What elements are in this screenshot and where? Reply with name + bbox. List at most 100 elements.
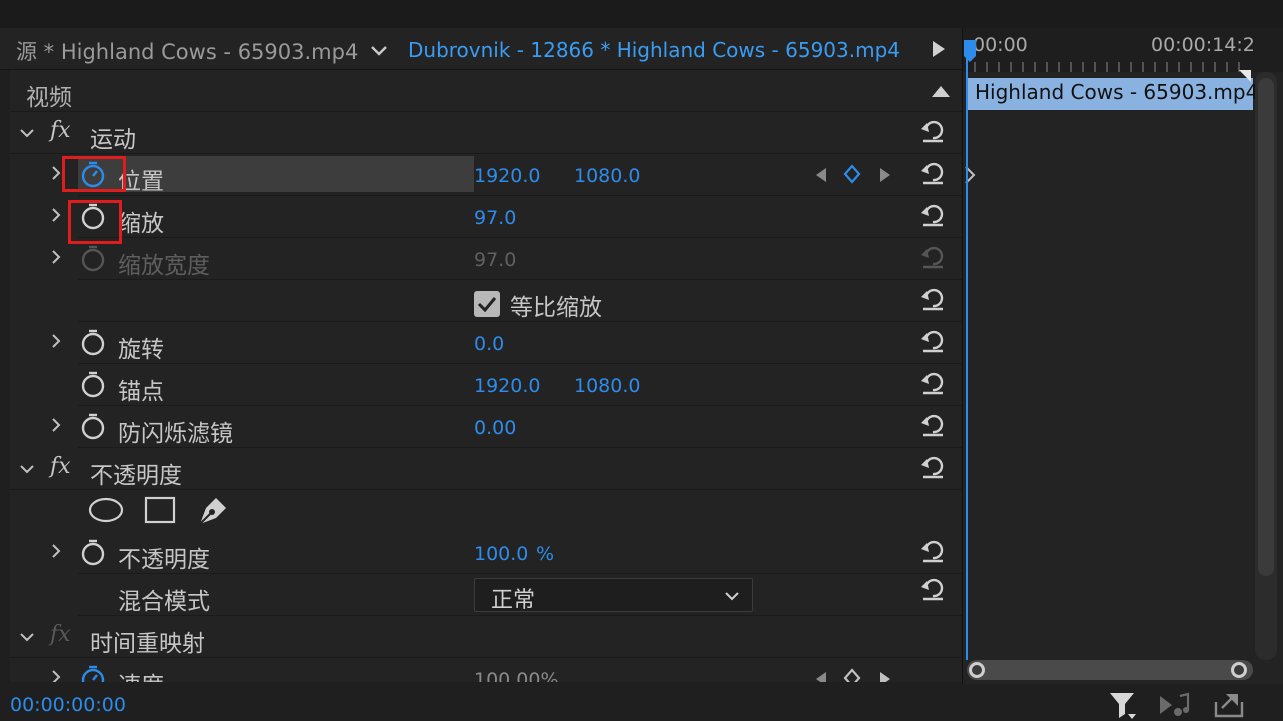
chevron-down-icon[interactable] (18, 460, 36, 478)
chevron-right-icon[interactable] (48, 248, 64, 266)
prop-label: 缩放宽度 (118, 253, 210, 279)
fx-icon[interactable]: fx (50, 118, 71, 143)
stopwatch-icon[interactable] (80, 328, 106, 356)
prop-label: 锚点 (118, 379, 164, 405)
effect-opacity[interactable]: fx 不透明度 (10, 448, 962, 490)
current-timecode[interactable]: 00:00:00:00 (10, 694, 126, 716)
prop-position[interactable]: 位置 1920.0 1080.0 (52, 154, 962, 196)
reset-icon[interactable] (920, 118, 946, 144)
effect-motion[interactable]: fx 运动 (10, 112, 962, 154)
filter-icon[interactable] (1108, 690, 1138, 720)
stopwatch-icon[interactable] (80, 412, 106, 440)
footer-bar (0, 684, 1283, 721)
clip-name: Highland Cows - 65903.mp4 (975, 80, 1259, 104)
anchor-y-value[interactable]: 1080.0 (574, 375, 640, 397)
checkmark-icon (477, 297, 497, 313)
reset-icon[interactable] (920, 160, 946, 186)
chevron-down-icon[interactable] (18, 124, 36, 142)
prop-label: 速度 (118, 666, 164, 682)
section-header-video: 视频 (10, 70, 962, 112)
stopwatch-icon-active[interactable] (80, 664, 106, 682)
speed-value[interactable]: 100.00% (474, 669, 559, 682)
effect-label: 不透明度 (90, 463, 182, 489)
prev-keyframe-icon[interactable] (814, 670, 828, 682)
opacity-unit: % (536, 543, 555, 565)
top-strip (0, 0, 1283, 28)
ellipse-mask-icon[interactable] (88, 496, 124, 524)
stopwatch-icon[interactable] (80, 538, 106, 566)
add-keyframe-icon[interactable] (842, 668, 862, 682)
chevron-down-icon[interactable] (366, 38, 392, 64)
play-more-icon[interactable] (928, 38, 950, 60)
reset-icon[interactable] (920, 538, 946, 564)
chevron-right-icon[interactable] (48, 206, 64, 224)
next-keyframe-icon[interactable] (878, 670, 892, 682)
reset-icon[interactable] (920, 202, 946, 228)
reset-icon[interactable] (920, 286, 946, 312)
ruler-end-time: 00:00:14:2 (1151, 34, 1255, 56)
mask-tools (78, 490, 962, 532)
prop-anti-flicker[interactable]: 防闪烁滤镜 0.00 (52, 406, 962, 448)
chevron-right-icon[interactable] (48, 668, 64, 682)
pen-mask-icon[interactable] (196, 494, 230, 526)
chevron-down-icon[interactable] (18, 628, 36, 646)
position-x-value[interactable]: 1920.0 (474, 165, 540, 187)
playhead-line[interactable] (966, 42, 968, 660)
time-ruler[interactable]: 00:00 00:00:14:2 (963, 28, 1283, 72)
rectangle-mask-icon[interactable] (144, 496, 176, 524)
anchor-x-value[interactable]: 1920.0 (474, 375, 540, 397)
scale-value[interactable]: 97.0 (474, 207, 516, 229)
export-icon[interactable] (1212, 690, 1246, 718)
rotation-value[interactable]: 0.0 (474, 333, 504, 355)
prop-label: 防闪烁滤镜 (118, 421, 233, 447)
scale-width-value: 97.0 (474, 249, 517, 271)
vertical-scroll-thumb[interactable] (1258, 78, 1274, 576)
prop-uniform-scale: 等比缩放 (78, 280, 962, 322)
opacity-value[interactable]: 100.0 (474, 543, 528, 565)
stopwatch-icon-disabled (81, 245, 105, 272)
next-keyframe-icon[interactable] (878, 166, 892, 184)
reset-icon[interactable] (920, 370, 946, 396)
ruler-start-time: 00:00 (973, 34, 1028, 56)
chevron-down-icon (725, 592, 739, 601)
reset-icon[interactable] (920, 412, 946, 438)
annotation-box (68, 200, 122, 244)
chevron-right-icon[interactable] (48, 332, 64, 350)
stopwatch-icon[interactable] (80, 370, 106, 398)
chevron-right-icon[interactable] (48, 416, 64, 434)
play-audio-only-icon[interactable] (1158, 692, 1192, 718)
effect-timeline: 00:00 00:00:14:2 Highland Cows - 65903.m… (962, 28, 1283, 684)
effect-label: 时间重映射 (90, 631, 205, 657)
prop-anchor[interactable]: 锚点 1920.0 1080.0 (78, 364, 962, 406)
uniform-scale-checkbox[interactable] (474, 291, 500, 317)
prop-speed[interactable]: 速度 100.00% (52, 658, 962, 682)
timeline-clip[interactable]: Highland Cows - 65903.mp4 (967, 78, 1258, 110)
prop-scale[interactable]: 缩放 97.0 (52, 196, 962, 238)
effect-time-remap[interactable]: fx 时间重映射 (10, 616, 962, 658)
position-y-value[interactable]: 1080.0 (574, 165, 640, 187)
add-keyframe-icon[interactable] (842, 164, 862, 184)
anti-flicker-value[interactable]: 0.00 (474, 417, 516, 439)
ruler-ticks (974, 62, 1240, 72)
chevron-right-icon[interactable] (48, 542, 64, 560)
reset-icon[interactable] (920, 454, 946, 480)
blend-mode-select[interactable]: 正常 (474, 578, 753, 613)
prop-opacity[interactable]: 不透明度 100.0 % (52, 532, 962, 574)
effect-controls-panel: 视频 fx 运动 位置 1920.0 1080.0 缩放 97.0 缩放宽度 9… (10, 70, 962, 682)
zoom-handle-left[interactable] (969, 662, 985, 678)
section-title: 视频 (26, 85, 72, 111)
tab-effect-controls[interactable]: Dubrovnik - 12866 * Highland Cows - 6590… (408, 38, 900, 62)
uniform-scale-label: 等比缩放 (510, 295, 602, 321)
prop-label: 混合模式 (118, 589, 210, 615)
horizontal-zoom-scrollbar[interactable] (967, 660, 1253, 680)
prop-label: 缩放 (118, 211, 164, 237)
fx-icon-disabled: fx (50, 622, 71, 647)
prev-keyframe-icon[interactable] (814, 166, 828, 184)
tab-source[interactable]: 源 * Highland Cows - 65903.mp4 (16, 36, 358, 66)
collapse-up-icon[interactable] (930, 82, 952, 100)
reset-icon[interactable] (920, 328, 946, 354)
fx-icon[interactable]: fx (50, 454, 71, 479)
reset-icon[interactable] (920, 576, 946, 602)
prop-rotation[interactable]: 旋转 0.0 (52, 322, 962, 364)
zoom-handle-right[interactable] (1231, 662, 1247, 678)
